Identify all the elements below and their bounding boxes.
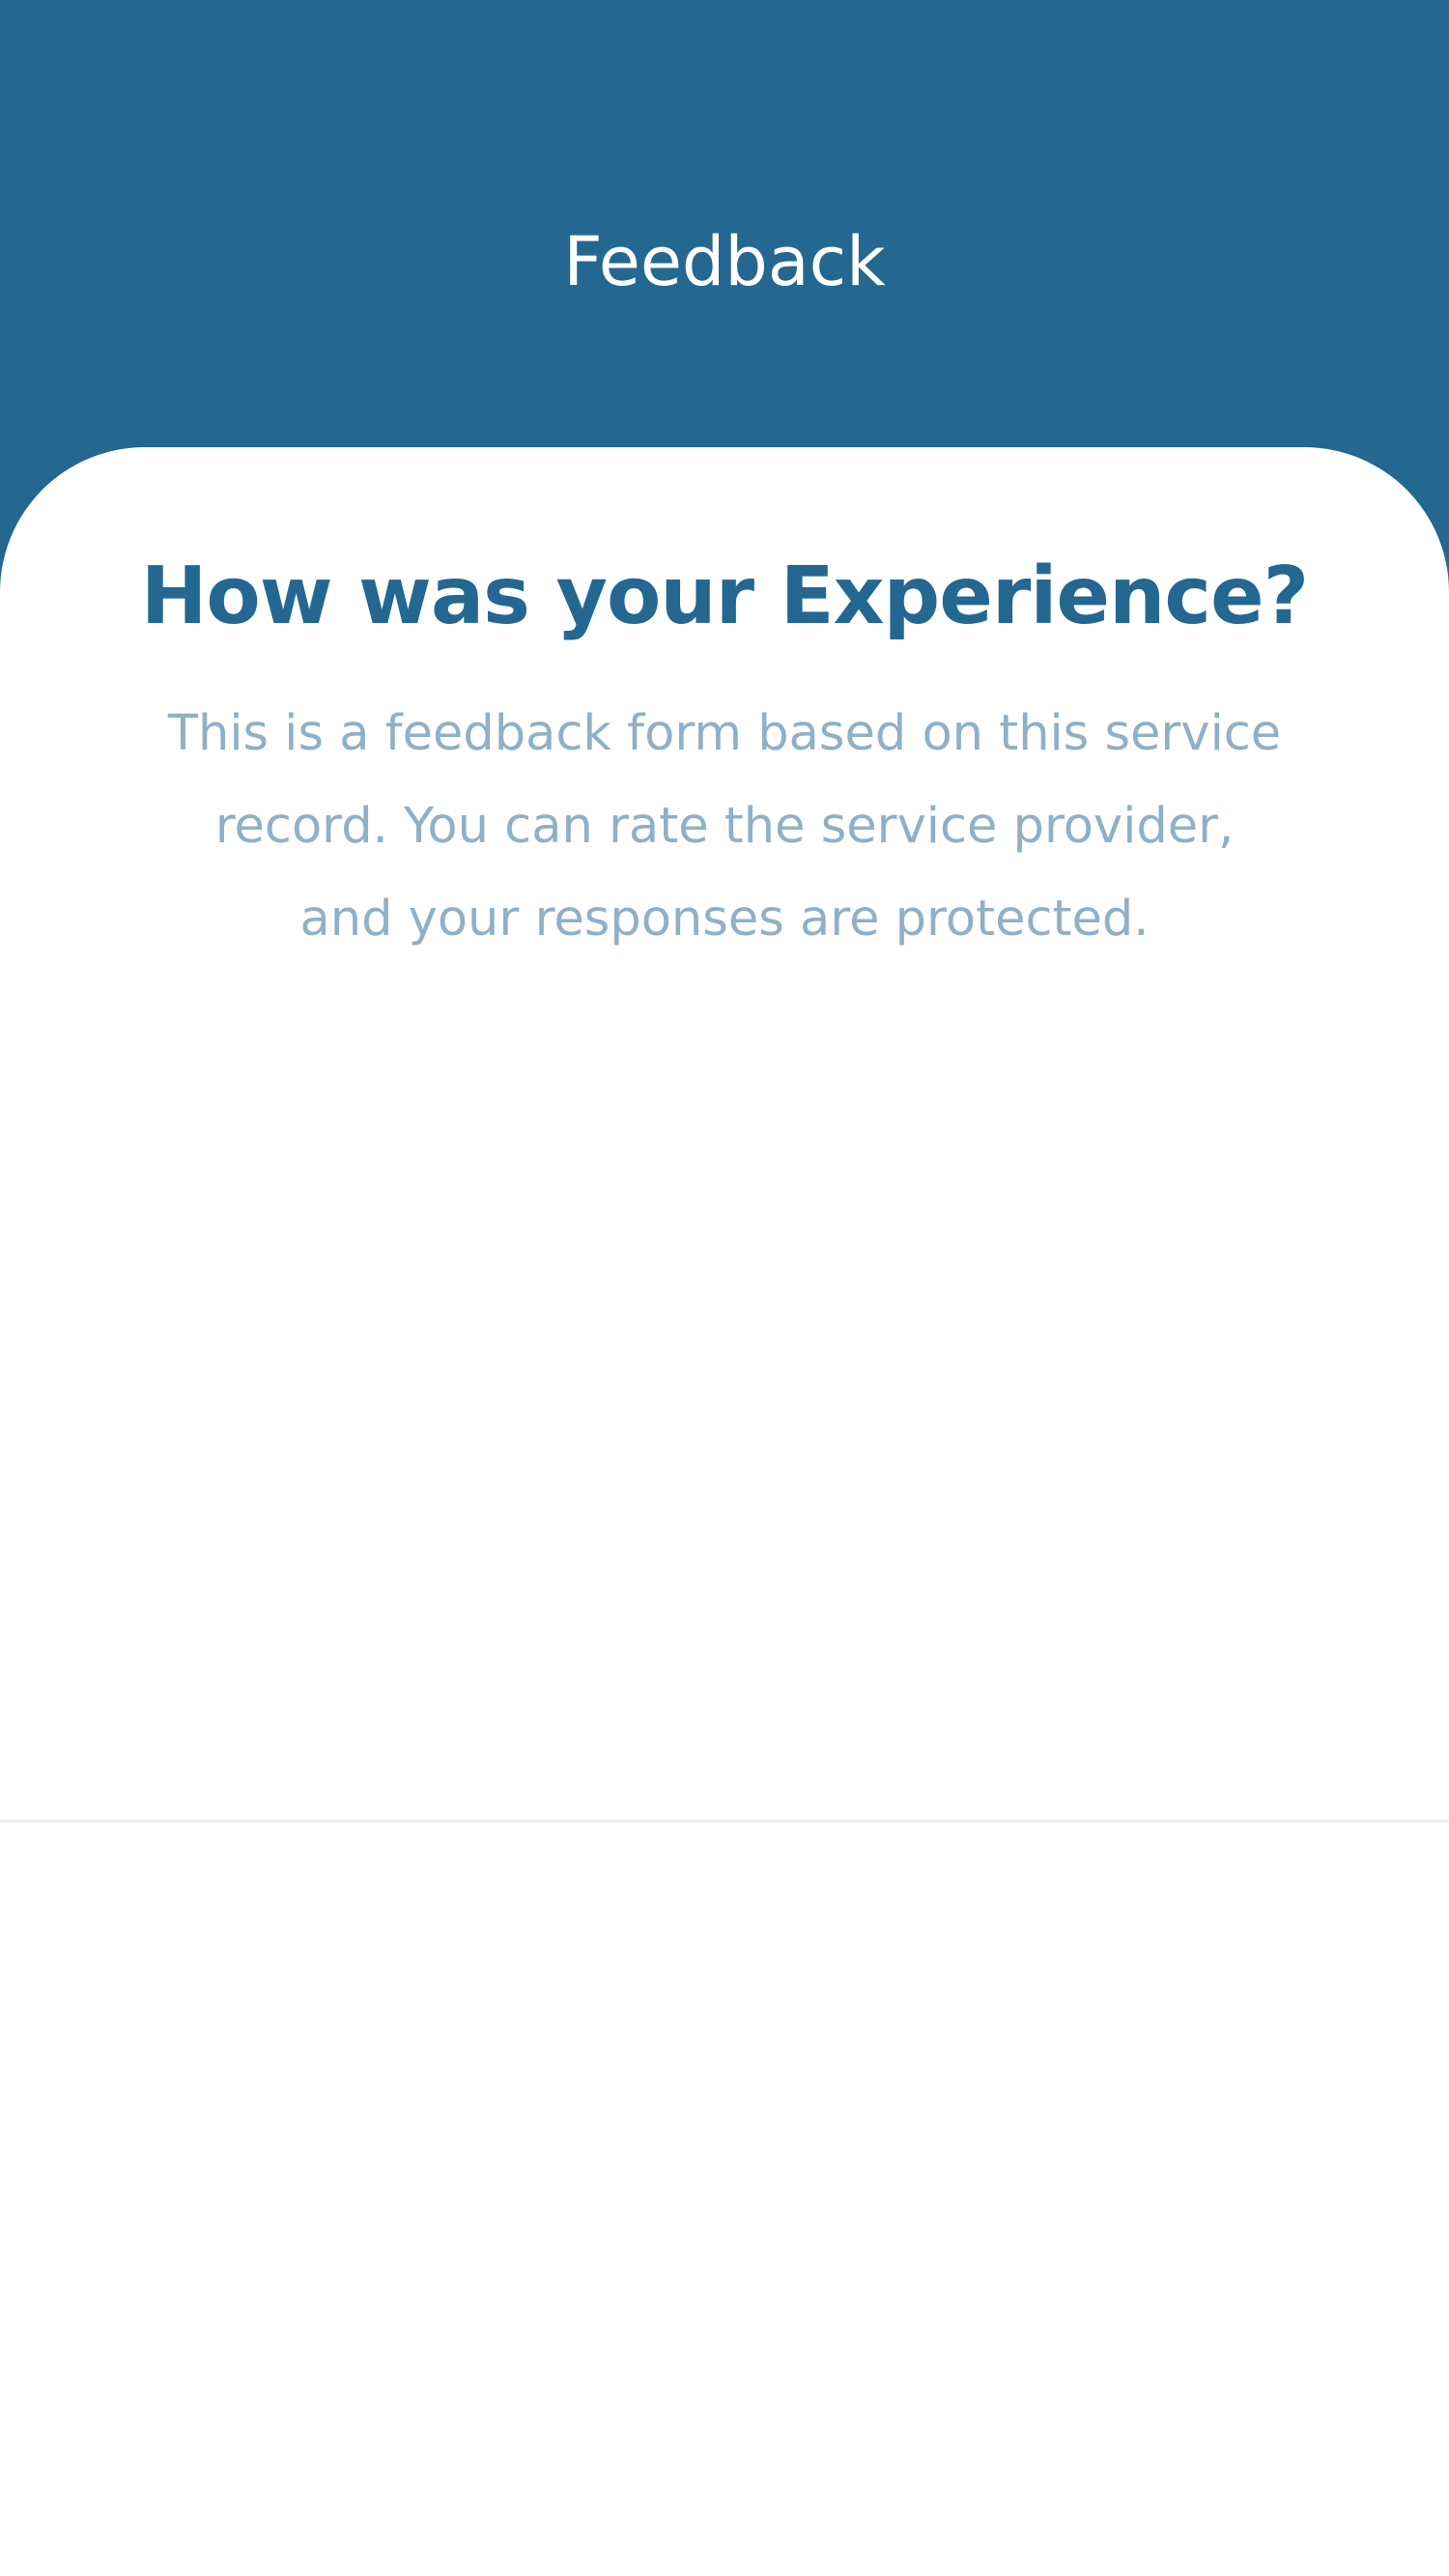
page-title: Feedback (563, 222, 886, 301)
experience-heading: How was your Experience? (140, 551, 1309, 642)
feedback-screen: Feedback How was your Experience? This i… (0, 0, 1449, 2576)
section-divider (0, 1820, 1449, 1823)
feedback-description: This is a feedback form based on this se… (167, 705, 1282, 948)
